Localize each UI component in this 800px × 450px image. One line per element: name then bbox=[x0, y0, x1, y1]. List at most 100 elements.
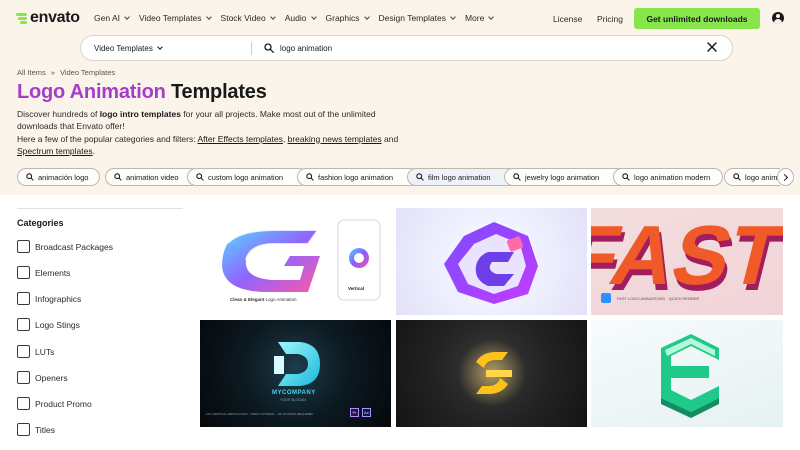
category-label: Elements bbox=[35, 267, 71, 278]
company-name: MYCOMPANY bbox=[272, 390, 316, 396]
chip-label: logo anim bbox=[745, 172, 778, 182]
account-icon[interactable] bbox=[772, 12, 784, 24]
desc-bold: logo intro templates bbox=[99, 109, 181, 119]
breadcrumb-all-items[interactable]: All Items bbox=[17, 68, 46, 77]
checkbox[interactable] bbox=[17, 240, 30, 253]
chevron-down-icon bbox=[488, 13, 495, 20]
category-label: LUTs bbox=[35, 346, 55, 357]
gold-g-logo-icon bbox=[458, 339, 526, 407]
get-unlimited-downloads-button[interactable]: Get unlimited downloads bbox=[634, 8, 760, 29]
menu-design-templates[interactable]: Design Templates bbox=[378, 13, 456, 23]
chip-logo-anim[interactable]: logo anim bbox=[724, 168, 780, 186]
spectrum-templates-link[interactable]: Spectrum templates bbox=[17, 146, 93, 156]
sidebar-divider bbox=[17, 208, 183, 209]
checkbox[interactable] bbox=[17, 371, 30, 384]
after-effects-templates-link[interactable]: After Effects templates bbox=[198, 134, 283, 144]
chips-next-arrow-button[interactable] bbox=[777, 168, 794, 186]
search-icon bbox=[733, 173, 741, 181]
envato-logo[interactable]: envato bbox=[16, 9, 80, 27]
chip-label: jewelry logo animation bbox=[525, 172, 600, 182]
checkbox[interactable] bbox=[17, 292, 30, 305]
description-paragraph-2: Here a few of the popular categories and… bbox=[17, 133, 407, 158]
category-product-promo[interactable]: Product Promo bbox=[17, 397, 92, 410]
menu-label: Gen AI bbox=[94, 13, 120, 23]
menu-audio[interactable]: Audio bbox=[284, 13, 317, 23]
page-description: Discover hundreds of logo intro template… bbox=[17, 108, 407, 157]
category-logo-stings[interactable]: Logo Stings bbox=[17, 318, 80, 331]
close-icon[interactable] bbox=[706, 41, 718, 53]
search-icon bbox=[306, 173, 314, 181]
category-luts[interactable]: LUTs bbox=[17, 345, 54, 358]
caption-bold: Clean & Elegant bbox=[230, 297, 265, 302]
category-elements[interactable]: Elements bbox=[17, 266, 70, 279]
pricing-link[interactable]: Pricing bbox=[597, 14, 623, 24]
search-divider bbox=[251, 42, 252, 55]
description-paragraph-1: Discover hundreds of logo intro template… bbox=[17, 108, 407, 133]
chip-animacion-logo[interactable]: animación logo bbox=[17, 168, 100, 186]
template-thumbnail-fast[interactable]: FAST FAST FAST LOGO ANIMATIONS · QUICK R… bbox=[591, 208, 783, 315]
top-nav: envato Gen AI Video Templates Stock Vide… bbox=[0, 0, 800, 36]
desc-text: Here a few of the popular categories and… bbox=[17, 133, 198, 144]
chip-fashion-logo-animation[interactable]: fashion logo animation bbox=[297, 168, 420, 186]
menu-graphics[interactable]: Graphics bbox=[326, 13, 370, 23]
menu-label: More bbox=[464, 13, 485, 23]
template-thumbnail-green-e[interactable] bbox=[591, 320, 783, 427]
template-thumbnail-clean-elegant[interactable]: Clean & Elegant Logo Animation Vertical bbox=[200, 208, 391, 315]
chip-custom-logo-animation[interactable]: custom logo animation bbox=[187, 168, 309, 186]
search-icon bbox=[26, 173, 34, 181]
menu-label: Video Templates bbox=[139, 13, 202, 23]
checkbox[interactable] bbox=[17, 345, 30, 358]
checkbox[interactable] bbox=[17, 397, 30, 410]
chevron-down-icon bbox=[269, 13, 276, 20]
category-label: Infographics bbox=[35, 293, 82, 304]
phone-label: Vertical bbox=[348, 286, 365, 291]
checkbox[interactable] bbox=[17, 423, 30, 436]
breadcrumb-separator: » bbox=[50, 68, 55, 77]
premiere-badge: Pr bbox=[350, 408, 359, 417]
menu-label: Design Templates bbox=[378, 13, 446, 23]
checkbox[interactable] bbox=[17, 266, 30, 279]
search-icon bbox=[513, 173, 521, 181]
chevron-down-icon bbox=[157, 44, 163, 50]
menu-label: Audio bbox=[284, 13, 307, 23]
search-input[interactable] bbox=[280, 42, 760, 55]
category-infographics[interactable]: Infographics bbox=[17, 292, 81, 305]
search-scope-dropdown[interactable]: Video Templates bbox=[94, 44, 163, 53]
fast-word: FAST bbox=[591, 209, 783, 303]
chip-label: custom logo animation bbox=[208, 172, 284, 182]
chip-animation-video[interactable]: animation video bbox=[105, 168, 200, 186]
breadcrumb-current[interactable]: Video Templates bbox=[60, 68, 115, 77]
menu-more[interactable]: More bbox=[464, 13, 495, 23]
chip-film-logo-animation[interactable]: film logo animation bbox=[407, 168, 519, 186]
logo-text: envato bbox=[30, 9, 80, 26]
category-titles[interactable]: Titles bbox=[17, 423, 55, 436]
template-thumbnail-gold-g[interactable] bbox=[396, 320, 587, 427]
page-title-rest: Templates bbox=[165, 81, 267, 103]
search-scope-label: Video Templates bbox=[94, 44, 153, 53]
chevron-down-icon bbox=[205, 13, 212, 20]
related-search-chips: animación logo animation video custom lo… bbox=[17, 168, 780, 186]
template-thumbnail-neon-g[interactable] bbox=[396, 208, 587, 315]
category-broadcast-packages[interactable]: Broadcast Packages bbox=[17, 240, 113, 253]
chip-label: animación logo bbox=[38, 172, 89, 182]
search-icon bbox=[622, 173, 630, 181]
chip-jewelry-logo-animation[interactable]: jewelry logo animation bbox=[504, 168, 630, 186]
thumbnail-footer: 16:9 VERTICAL RESOLUTION · VIDEO TUTORIA… bbox=[206, 412, 313, 416]
checkbox[interactable] bbox=[17, 318, 30, 331]
chevron-down-icon bbox=[363, 13, 370, 20]
category-label: Logo Stings bbox=[35, 319, 80, 330]
page-title-accent: Logo Animation bbox=[17, 81, 166, 103]
chip-logo-animation-modern[interactable]: logo animation modern bbox=[613, 168, 723, 186]
license-link[interactable]: License bbox=[553, 14, 582, 24]
chip-label: film logo animation bbox=[428, 172, 491, 182]
thumbnail-caption: FAST LOGO ANIMATIONS · QUICK RENDER bbox=[617, 296, 700, 301]
search-icon bbox=[114, 173, 122, 181]
breaking-news-templates-link[interactable]: breaking news templates bbox=[288, 134, 382, 144]
menu-video-templates[interactable]: Video Templates bbox=[139, 13, 212, 23]
menu-label: Stock Video bbox=[220, 13, 266, 23]
menu-stock-video[interactable]: Stock Video bbox=[220, 13, 276, 23]
page-title: Logo Animation Templates bbox=[17, 81, 267, 104]
menu-gen-ai[interactable]: Gen AI bbox=[94, 13, 130, 23]
category-openers[interactable]: Openers bbox=[17, 371, 68, 384]
template-thumbnail-mycompany[interactable]: MYCOMPANY YOUR SLOGAN 16:9 VERTICAL RESO… bbox=[200, 320, 391, 427]
